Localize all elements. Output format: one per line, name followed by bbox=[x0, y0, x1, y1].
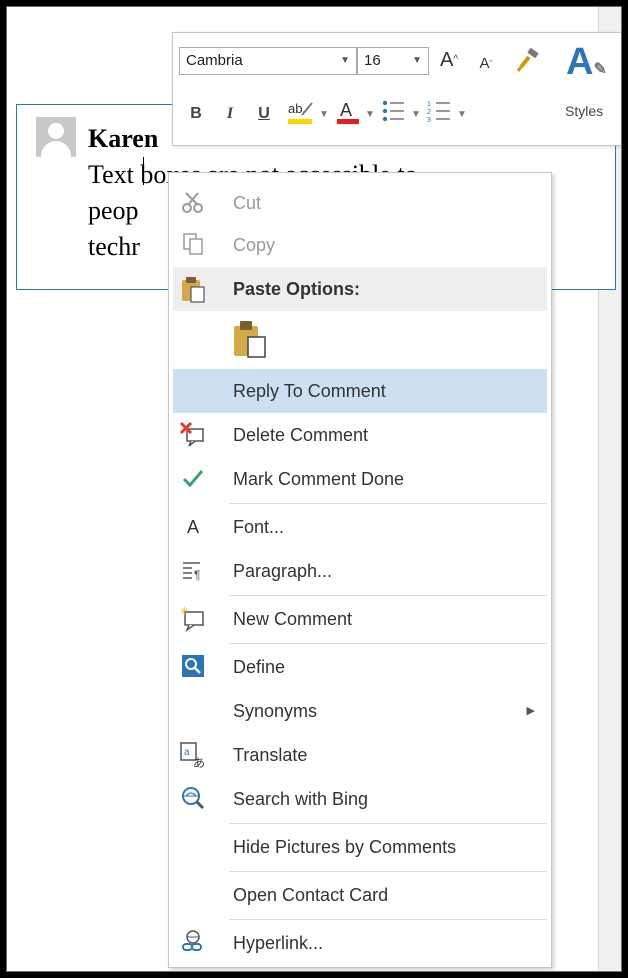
menu-item-label: New Comment bbox=[233, 609, 353, 629]
scissors-icon bbox=[179, 189, 207, 217]
svg-text:1: 1 bbox=[427, 101, 431, 108]
menu-item-font[interactable]: A Font... bbox=[173, 505, 547, 549]
menu-divider bbox=[229, 595, 547, 596]
menu-divider bbox=[229, 643, 547, 644]
chevron-down-icon[interactable]: ▼ bbox=[365, 109, 375, 120]
paste-options-label: Paste Options: bbox=[233, 279, 361, 299]
menu-item-label: Font... bbox=[233, 517, 285, 537]
chevron-right-icon: ▶ bbox=[526, 705, 535, 717]
svg-text:3: 3 bbox=[427, 117, 431, 124]
comment-text-line-2: peop bbox=[88, 196, 139, 225]
paste-options-header: Paste Options: bbox=[173, 267, 547, 311]
menu-item-delete-comment[interactable]: Delete Comment bbox=[173, 413, 547, 457]
menu-item-label: Synonyms bbox=[233, 701, 318, 721]
styles-label[interactable]: Styles bbox=[565, 103, 603, 119]
menu-divider bbox=[229, 871, 547, 872]
font-color-icon[interactable]: A bbox=[333, 97, 363, 134]
chevron-down-icon[interactable]: ▼ bbox=[457, 109, 467, 120]
clipboard-icon bbox=[179, 275, 207, 308]
menu-divider bbox=[229, 919, 547, 920]
define-icon bbox=[179, 653, 207, 681]
menu-item-label: Cut bbox=[233, 193, 262, 213]
font-name-combo[interactable]: Cambria ▼ bbox=[179, 47, 357, 75]
menu-item-translate[interactable]: aあ Translate bbox=[173, 733, 547, 777]
numbering-icon[interactable]: 123 bbox=[425, 97, 455, 132]
format-painter-icon[interactable] bbox=[513, 47, 543, 80]
font-icon: A bbox=[186, 517, 199, 537]
svg-text:¶: ¶ bbox=[194, 568, 200, 582]
mini-toolbar: Cambria ▼ 16 ▼ A^ Aˇ A✎ B I U ab ▼ A ▼ ▼… bbox=[172, 32, 628, 146]
delete-comment-icon bbox=[179, 421, 207, 449]
highlight-icon[interactable]: ab bbox=[283, 97, 317, 134]
font-size-combo[interactable]: 16 ▼ bbox=[357, 47, 429, 75]
hyperlink-icon bbox=[179, 929, 207, 957]
paragraph-icon: ¶ bbox=[179, 557, 207, 585]
translate-icon: aあ bbox=[179, 741, 207, 770]
paste-keep-text-icon bbox=[229, 319, 269, 359]
svg-text:ab: ab bbox=[288, 101, 302, 116]
menu-item-label: Hyperlink... bbox=[233, 933, 324, 953]
svg-text:2: 2 bbox=[427, 109, 431, 116]
font-size-value: 16 bbox=[364, 52, 381, 69]
menu-item-new-comment[interactable]: ✳ New Comment bbox=[173, 597, 547, 641]
menu-item-mark-comment-done[interactable]: Mark Comment Done bbox=[173, 457, 547, 501]
menu-item-label: Search with Bing bbox=[233, 789, 369, 809]
chevron-down-icon[interactable]: ▼ bbox=[412, 48, 422, 74]
menu-item-label: Copy bbox=[233, 235, 276, 255]
svg-text:✳: ✳ bbox=[180, 605, 189, 618]
underline-icon[interactable]: U bbox=[255, 103, 273, 125]
menu-item-label: Translate bbox=[233, 745, 308, 765]
svg-text:A: A bbox=[340, 100, 352, 120]
svg-text:a: a bbox=[184, 747, 190, 758]
shrink-font-icon[interactable]: Aˇ bbox=[475, 53, 497, 75]
copy-icon bbox=[179, 231, 207, 259]
new-comment-icon: ✳ bbox=[179, 605, 207, 633]
avatar bbox=[36, 117, 76, 157]
italic-icon[interactable]: I bbox=[221, 103, 239, 125]
svg-text:あ: あ bbox=[193, 756, 205, 769]
chevron-down-icon[interactable]: ▼ bbox=[319, 109, 329, 120]
menu-item-label: Delete Comment bbox=[233, 425, 369, 445]
menu-item-label: Define bbox=[233, 657, 286, 677]
menu-item-search-with-bing[interactable]: Search with Bing bbox=[173, 777, 547, 821]
menu-item-label: Open Contact Card bbox=[233, 885, 389, 905]
menu-item-label: Mark Comment Done bbox=[233, 469, 405, 489]
menu-item-copy[interactable]: Copy bbox=[173, 223, 547, 267]
menu-item-hyperlink[interactable]: Hyperlink... bbox=[173, 921, 547, 965]
grow-font-icon[interactable]: A^ bbox=[437, 49, 461, 71]
menu-item-label: Reply To Comment bbox=[233, 381, 386, 401]
chevron-down-icon[interactable]: ▼ bbox=[340, 48, 350, 74]
comment-author: Karen bbox=[88, 124, 159, 153]
text-caret bbox=[143, 157, 144, 185]
menu-item-synonyms[interactable]: Synonyms ▶ bbox=[173, 689, 547, 733]
styles-icon[interactable]: A✎ bbox=[566, 39, 612, 87]
menu-item-reply-to-comment[interactable]: Reply To Comment bbox=[173, 369, 547, 413]
bullets-icon[interactable] bbox=[379, 97, 409, 132]
comment-text-line-3: techr bbox=[88, 232, 140, 261]
menu-item-label: Hide Pictures by Comments bbox=[233, 837, 457, 857]
chevron-down-icon[interactable]: ▼ bbox=[411, 109, 421, 120]
menu-item-label: Paragraph... bbox=[233, 561, 333, 581]
paste-keep-source-button[interactable] bbox=[173, 313, 547, 363]
context-menu: Cut Copy Paste Options: Reply To Comment… bbox=[168, 172, 552, 968]
search-bing-icon bbox=[179, 785, 207, 813]
menu-item-open-contact-card[interactable]: Open Contact Card bbox=[173, 873, 547, 917]
menu-item-paragraph[interactable]: ¶ Paragraph... bbox=[173, 549, 547, 593]
menu-divider bbox=[229, 823, 547, 824]
bold-icon[interactable]: B bbox=[187, 103, 205, 125]
menu-item-cut[interactable]: Cut bbox=[173, 181, 547, 225]
checkmark-icon bbox=[179, 465, 207, 493]
font-name-value: Cambria bbox=[186, 52, 243, 69]
menu-item-hide-pictures-by-comments[interactable]: Hide Pictures by Comments bbox=[173, 825, 547, 869]
menu-item-define[interactable]: Define bbox=[173, 645, 547, 689]
menu-divider bbox=[229, 503, 547, 504]
